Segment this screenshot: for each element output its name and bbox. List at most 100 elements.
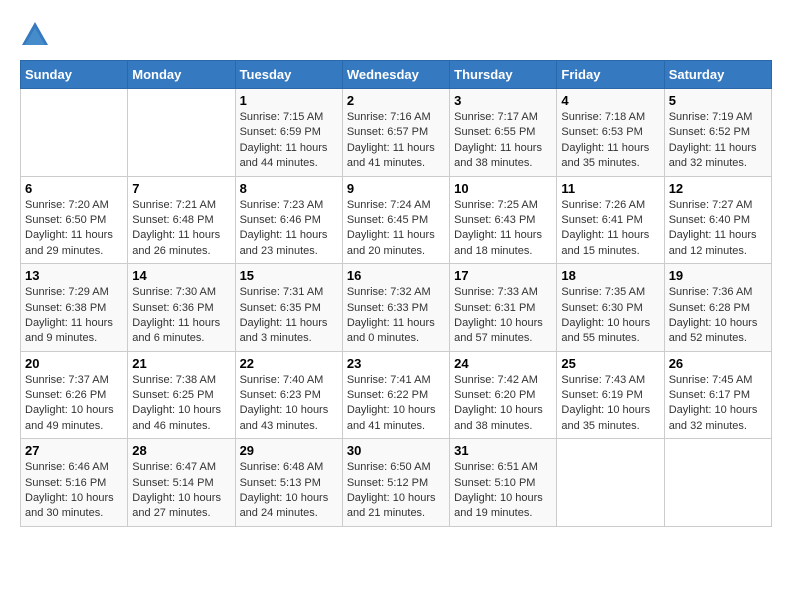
- calendar-cell: 19 Sunrise: 7:36 AM Sunset: 6:28 PM Dayli…: [664, 264, 771, 352]
- day-info: Sunrise: 6:46 AM Sunset: 5:16 PM Dayligh…: [25, 460, 123, 522]
- day-number: 19: [669, 268, 767, 283]
- day-info: Sunrise: 6:47 AM Sunset: 5:14 PM Dayligh…: [132, 460, 230, 522]
- day-number: 27: [25, 443, 123, 458]
- calendar-week-2: 6 Sunrise: 7:20 AM Sunset: 6:50 PM Daylig…: [21, 176, 772, 264]
- day-info: Sunrise: 7:20 AM Sunset: 6:50 PM Dayligh…: [25, 198, 123, 260]
- day-number: 6: [25, 181, 123, 196]
- day-number: 14: [132, 268, 230, 283]
- day-number: 16: [347, 268, 445, 283]
- day-number: 11: [561, 181, 659, 196]
- day-number: 29: [240, 443, 338, 458]
- day-info: Sunrise: 6:51 AM Sunset: 5:10 PM Dayligh…: [454, 460, 552, 522]
- day-info: Sunrise: 7:40 AM Sunset: 6:23 PM Dayligh…: [240, 373, 338, 435]
- day-number: 20: [25, 356, 123, 371]
- calendar-cell: 25 Sunrise: 7:43 AM Sunset: 6:19 PM Dayli…: [557, 351, 664, 439]
- calendar-cell: 23 Sunrise: 7:41 AM Sunset: 6:22 PM Dayli…: [342, 351, 449, 439]
- day-number: 9: [347, 181, 445, 196]
- calendar-cell: [557, 439, 664, 527]
- day-number: 4: [561, 93, 659, 108]
- calendar-cell: 6 Sunrise: 7:20 AM Sunset: 6:50 PM Daylig…: [21, 176, 128, 264]
- day-info: Sunrise: 7:18 AM Sunset: 6:53 PM Dayligh…: [561, 110, 659, 172]
- day-number: 10: [454, 181, 552, 196]
- calendar-week-5: 27 Sunrise: 6:46 AM Sunset: 5:16 PM Dayli…: [21, 439, 772, 527]
- day-number: 22: [240, 356, 338, 371]
- day-number: 28: [132, 443, 230, 458]
- column-header-friday: Friday: [557, 61, 664, 89]
- day-info: Sunrise: 7:24 AM Sunset: 6:45 PM Dayligh…: [347, 198, 445, 260]
- calendar-cell: 1Sunrise: 7:15 AM Sunset: 6:59 PM Daylig…: [235, 89, 342, 177]
- day-number: 15: [240, 268, 338, 283]
- day-info: Sunrise: 7:38 AM Sunset: 6:25 PM Dayligh…: [132, 373, 230, 435]
- column-header-saturday: Saturday: [664, 61, 771, 89]
- day-number: 7: [132, 181, 230, 196]
- day-info: Sunrise: 6:50 AM Sunset: 5:12 PM Dayligh…: [347, 460, 445, 522]
- day-info: Sunrise: 7:15 AM Sunset: 6:59 PM Dayligh…: [240, 110, 338, 172]
- calendar-cell: 16Sunrise: 7:32 AM Sunset: 6:33 PM Dayli…: [342, 264, 449, 352]
- calendar-cell: 18 Sunrise: 7:35 AM Sunset: 6:30 PM Dayli…: [557, 264, 664, 352]
- calendar-cell: 3 Sunrise: 7:17 AM Sunset: 6:55 PM Daylig…: [450, 89, 557, 177]
- calendar-cell: [21, 89, 128, 177]
- day-number: 31: [454, 443, 552, 458]
- day-info: Sunrise: 7:19 AM Sunset: 6:52 PM Dayligh…: [669, 110, 767, 172]
- day-info: Sunrise: 7:45 AM Sunset: 6:17 PM Dayligh…: [669, 373, 767, 435]
- day-number: 17: [454, 268, 552, 283]
- day-info: Sunrise: 7:16 AM Sunset: 6:57 PM Dayligh…: [347, 110, 445, 172]
- calendar-cell: 21 Sunrise: 7:38 AM Sunset: 6:25 PM Dayli…: [128, 351, 235, 439]
- day-number: 30: [347, 443, 445, 458]
- calendar-cell: 28 Sunrise: 6:47 AM Sunset: 5:14 PM Dayli…: [128, 439, 235, 527]
- column-header-wednesday: Wednesday: [342, 61, 449, 89]
- calendar-cell: 9 Sunrise: 7:24 AM Sunset: 6:45 PM Daylig…: [342, 176, 449, 264]
- calendar-cell: 7 Sunrise: 7:21 AM Sunset: 6:48 PM Daylig…: [128, 176, 235, 264]
- calendar-cell: 24 Sunrise: 7:42 AM Sunset: 6:20 PM Dayli…: [450, 351, 557, 439]
- calendar-cell: 2 Sunrise: 7:16 AM Sunset: 6:57 PM Daylig…: [342, 89, 449, 177]
- day-info: Sunrise: 7:25 AM Sunset: 6:43 PM Dayligh…: [454, 198, 552, 260]
- calendar-table: SundayMondayTuesdayWednesdayThursdayFrid…: [20, 60, 772, 527]
- day-number: 21: [132, 356, 230, 371]
- calendar-cell: 29Sunrise: 6:48 AM Sunset: 5:13 PM Dayli…: [235, 439, 342, 527]
- column-header-thursday: Thursday: [450, 61, 557, 89]
- day-info: Sunrise: 7:41 AM Sunset: 6:22 PM Dayligh…: [347, 373, 445, 435]
- day-info: Sunrise: 7:35 AM Sunset: 6:30 PM Dayligh…: [561, 285, 659, 347]
- day-info: Sunrise: 7:37 AM Sunset: 6:26 PM Dayligh…: [25, 373, 123, 435]
- calendar-cell: 11 Sunrise: 7:26 AM Sunset: 6:41 PM Dayli…: [557, 176, 664, 264]
- day-info: Sunrise: 7:26 AM Sunset: 6:41 PM Dayligh…: [561, 198, 659, 260]
- day-info: Sunrise: 7:42 AM Sunset: 6:20 PM Dayligh…: [454, 373, 552, 435]
- logo-icon: [20, 20, 50, 50]
- calendar-cell: 17Sunrise: 7:33 AM Sunset: 6:31 PM Dayli…: [450, 264, 557, 352]
- calendar-cell: 12Sunrise: 7:27 AM Sunset: 6:40 PM Dayli…: [664, 176, 771, 264]
- calendar-cell: 5Sunrise: 7:19 AM Sunset: 6:52 PM Daylig…: [664, 89, 771, 177]
- logo: [20, 20, 54, 50]
- calendar-cell: 4 Sunrise: 7:18 AM Sunset: 6:53 PM Daylig…: [557, 89, 664, 177]
- page-header: [20, 20, 772, 50]
- calendar-cell: 20 Sunrise: 7:37 AM Sunset: 6:26 PM Dayli…: [21, 351, 128, 439]
- calendar-cell: 15 Sunrise: 7:31 AM Sunset: 6:35 PM Dayli…: [235, 264, 342, 352]
- column-header-sunday: Sunday: [21, 61, 128, 89]
- day-number: 3: [454, 93, 552, 108]
- calendar-cell: 31 Sunrise: 6:51 AM Sunset: 5:10 PM Dayli…: [450, 439, 557, 527]
- day-info: Sunrise: 7:27 AM Sunset: 6:40 PM Dayligh…: [669, 198, 767, 260]
- day-info: Sunrise: 7:43 AM Sunset: 6:19 PM Dayligh…: [561, 373, 659, 435]
- day-info: Sunrise: 7:30 AM Sunset: 6:36 PM Dayligh…: [132, 285, 230, 347]
- calendar-week-4: 20 Sunrise: 7:37 AM Sunset: 6:26 PM Dayli…: [21, 351, 772, 439]
- day-number: 24: [454, 356, 552, 371]
- day-info: Sunrise: 7:17 AM Sunset: 6:55 PM Dayligh…: [454, 110, 552, 172]
- day-number: 2: [347, 93, 445, 108]
- calendar-cell: 27 Sunrise: 6:46 AM Sunset: 5:16 PM Dayli…: [21, 439, 128, 527]
- day-info: Sunrise: 7:21 AM Sunset: 6:48 PM Dayligh…: [132, 198, 230, 260]
- calendar-cell: [664, 439, 771, 527]
- day-info: Sunrise: 7:23 AM Sunset: 6:46 PM Dayligh…: [240, 198, 338, 260]
- calendar-cell: 13 Sunrise: 7:29 AM Sunset: 6:38 PM Dayli…: [21, 264, 128, 352]
- day-number: 23: [347, 356, 445, 371]
- calendar-cell: 8Sunrise: 7:23 AM Sunset: 6:46 PM Daylig…: [235, 176, 342, 264]
- calendar-week-3: 13 Sunrise: 7:29 AM Sunset: 6:38 PM Dayli…: [21, 264, 772, 352]
- column-header-tuesday: Tuesday: [235, 61, 342, 89]
- day-info: Sunrise: 7:29 AM Sunset: 6:38 PM Dayligh…: [25, 285, 123, 347]
- day-number: 13: [25, 268, 123, 283]
- day-number: 25: [561, 356, 659, 371]
- day-number: 18: [561, 268, 659, 283]
- calendar-cell: 14 Sunrise: 7:30 AM Sunset: 6:36 PM Dayli…: [128, 264, 235, 352]
- day-info: Sunrise: 7:36 AM Sunset: 6:28 PM Dayligh…: [669, 285, 767, 347]
- day-info: Sunrise: 7:31 AM Sunset: 6:35 PM Dayligh…: [240, 285, 338, 347]
- column-header-monday: Monday: [128, 61, 235, 89]
- day-number: 26: [669, 356, 767, 371]
